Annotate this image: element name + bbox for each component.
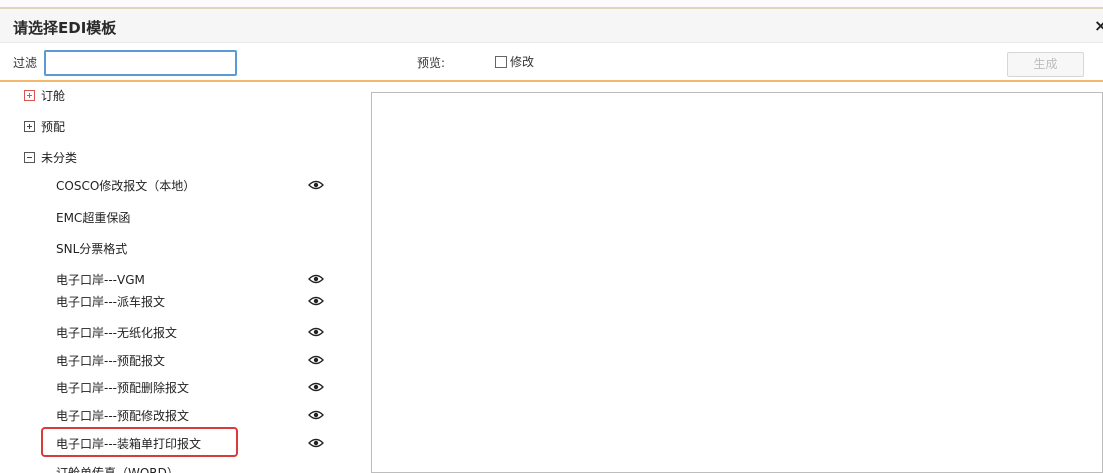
tree-item[interactable]: 电子口岸---VGM — [56, 268, 145, 290]
tree-item[interactable]: COSCO修改报文（本地） — [56, 174, 195, 196]
tree-item[interactable]: 电子口岸---预配修改报文 — [56, 404, 189, 426]
tree-item[interactable]: 电子口岸---预配删除报文 — [56, 376, 189, 398]
tree-item-label: 订舱单传真（WORD） — [56, 465, 179, 473]
selection-highlight — [41, 427, 238, 457]
tree-item[interactable]: SNL分票格式 — [56, 237, 127, 259]
tree-item-label: 电子口岸---派车报文 — [56, 294, 165, 309]
eye-icon[interactable] — [308, 355, 324, 365]
tree-group-uncategorized[interactable]: 未分类 — [24, 146, 77, 168]
tree-item[interactable]: 电子口岸---派车报文 — [56, 290, 165, 312]
tree-item-label: EMC超重保函 — [56, 210, 131, 225]
template-tree: 订舱 预配 未分类 COSCO修改报文（本地） EMC超重保函 SNL分票格式 … — [0, 84, 370, 473]
eye-icon[interactable] — [308, 180, 324, 190]
dialog-title-bar: 请选择EDI模板 × — [0, 9, 1103, 43]
tree-item[interactable]: 电子口岸---无纸化报文 — [56, 321, 177, 343]
tree-group-booking[interactable]: 订舱 — [24, 84, 65, 106]
tree-item[interactable]: 电子口岸---预配报文 — [56, 349, 165, 371]
generate-button[interactable]: 生成 — [1007, 52, 1084, 77]
tree-group-label: 订舱 — [41, 88, 66, 103]
tree-item[interactable]: 订舱单传真（WORD） — [56, 461, 179, 473]
preview-pane — [371, 92, 1103, 473]
filter-input[interactable] — [44, 50, 237, 76]
tree-item-label: 电子口岸---预配报文 — [56, 353, 165, 368]
tree-item-label: 电子口岸---预配修改报文 — [56, 408, 189, 423]
window-top-strip — [0, 0, 1103, 9]
tree-group-preallocation[interactable]: 预配 — [24, 115, 65, 137]
expand-icon[interactable] — [24, 89, 35, 101]
tree-group-label: 预配 — [41, 119, 66, 134]
tree-item[interactable]: EMC超重保函 — [56, 206, 130, 228]
eye-icon[interactable] — [308, 274, 324, 284]
tree-item-label: 电子口岸---无纸化报文 — [56, 325, 177, 340]
expand-icon[interactable] — [24, 120, 35, 132]
tree-item-label: 电子口岸---预配删除报文 — [56, 380, 189, 395]
modify-checkbox[interactable] — [495, 55, 507, 68]
tree-item-label: SNL分票格式 — [56, 241, 128, 256]
modify-label: 修改 — [510, 55, 535, 69]
close-icon[interactable]: × — [1094, 16, 1103, 35]
collapse-icon[interactable] — [24, 151, 35, 163]
tree-item-label: 电子口岸---VGM — [56, 272, 145, 287]
eye-icon[interactable] — [308, 438, 324, 448]
tree-item-label: COSCO修改报文（本地） — [56, 178, 196, 193]
preview-label: 预览: — [417, 56, 446, 70]
filter-label: 过滤 — [13, 56, 38, 70]
eye-icon[interactable] — [308, 296, 324, 306]
dialog-title: 请选择EDI模板 — [13, 19, 117, 37]
tree-group-label: 未分类 — [41, 150, 78, 165]
eye-icon[interactable] — [308, 410, 324, 420]
modify-checkbox-group[interactable]: 修改 — [495, 53, 534, 70]
toolbar: 过滤 预览: 修改 生成 — [0, 44, 1103, 82]
eye-icon[interactable] — [308, 327, 324, 337]
eye-icon[interactable] — [308, 382, 324, 392]
